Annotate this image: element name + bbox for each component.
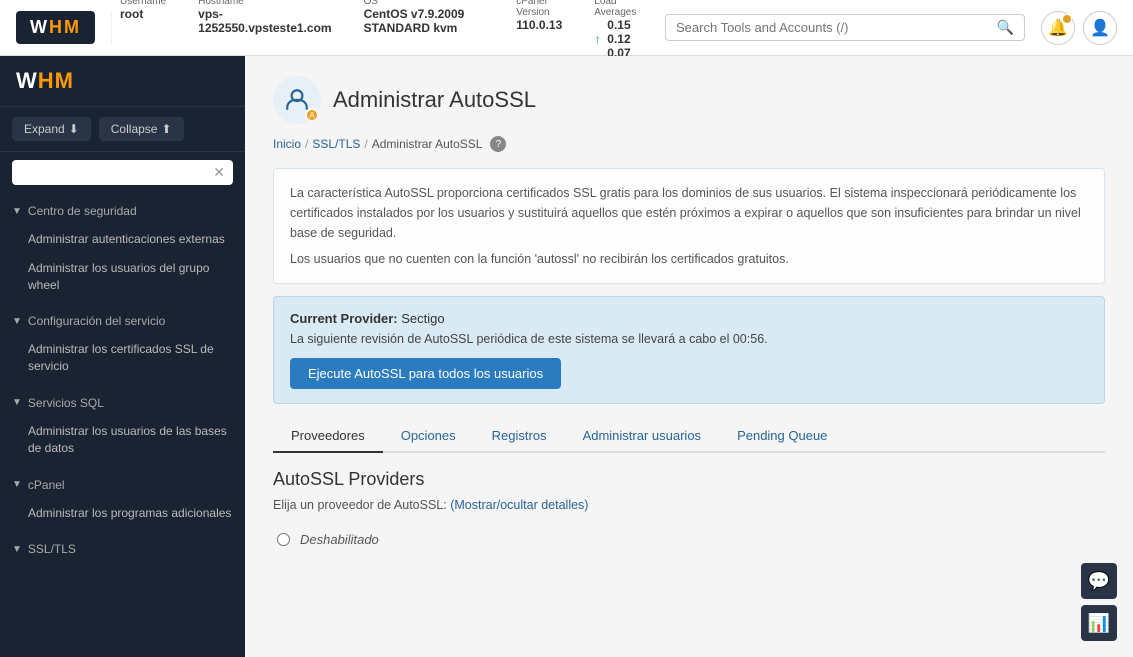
tab-registros[interactable]: Registros — [474, 420, 565, 453]
chart-icon-button[interactable]: 📊 — [1081, 605, 1117, 641]
breadcrumb-sep-2: / — [364, 137, 367, 151]
chevron-down-icon: ▼ — [12, 206, 22, 217]
sidebar-section-sql: ▼ Servicios SQL Administrar los usuarios… — [0, 385, 245, 467]
sidebar-section-security-header[interactable]: ▼ Centro de seguridad — [0, 197, 245, 225]
page-title: Administrar AutoSSL — [333, 87, 536, 113]
page-title-row: A Administrar AutoSSL — [273, 76, 1105, 124]
hostname-group: Hostname vps-1252550.vpsteste1.com — [198, 0, 331, 60]
provider-row: Current Provider: Sectigo — [290, 311, 1088, 326]
sidebar-buttons: Expand ⬇ Collapse ⬆ — [0, 107, 245, 152]
whm-logo[interactable]: WHM — [16, 11, 95, 44]
tab-proveedores[interactable]: Proveedores — [273, 420, 383, 453]
search-input[interactable] — [676, 20, 997, 35]
collapse-label: Collapse — [111, 122, 158, 136]
bottom-icons: 💬 📊 — [1081, 563, 1117, 641]
sidebar: WHM Expand ⬇ Collapse ⬆ Administrar Auto… — [0, 56, 245, 657]
sidebar-section-service-config-header[interactable]: ▼ Configuración del servicio — [0, 307, 245, 335]
search-button[interactable]: 🔍 — [997, 19, 1014, 36]
provider-option-disabled: Deshabilitado — [273, 524, 1105, 555]
sidebar-logo[interactable]: WHM — [0, 56, 245, 107]
load-group: Load Averages ↑ 0.15 0.12 0.07 — [594, 0, 649, 60]
tab-opciones[interactable]: Opciones — [383, 420, 474, 453]
breadcrumb-home[interactable]: Inicio — [273, 137, 301, 151]
cpanel-group: cPanel Version 110.0.13 — [516, 0, 562, 60]
provider-disabled-label: Deshabilitado — [300, 532, 379, 547]
tabs-bar: Proveedores Opciones Registros Administr… — [273, 420, 1105, 453]
notifications-button[interactable]: 🔔 — [1041, 11, 1075, 45]
sidebar-section-ssltls-header[interactable]: ▼ SSL/TLS — [0, 535, 245, 563]
os-value: CentOS v7.9.2009 STANDARD kvm — [364, 7, 485, 35]
providers-desc-prefix: Elija un proveedor de AutoSSL: — [273, 498, 447, 512]
sidebar-item-plugins[interactable]: Administrar los programas adicionales — [0, 499, 245, 528]
chevron-down-icon-5: ▼ — [12, 544, 22, 555]
tab-admin-users[interactable]: Administrar usuarios — [565, 420, 720, 453]
collapse-button[interactable]: Collapse ⬆ — [99, 117, 184, 141]
load-values: 0.15 0.12 0.07 — [607, 18, 649, 60]
breadcrumb-sep-1: / — [305, 137, 308, 151]
topbar-meta: Username root Hostname vps-1252550.vpste… — [112, 0, 649, 60]
expand-button[interactable]: Expand ⬇ — [12, 117, 91, 141]
provider-box: Current Provider: Sectigo La siguiente r… — [273, 296, 1105, 404]
sidebar-section-ssltls-label: SSL/TLS — [28, 542, 76, 556]
collapse-icon: ⬆ — [161, 122, 171, 136]
description-2: Los usuarios que no cuenten con la funci… — [290, 249, 1088, 269]
cpanel-label: cPanel Version — [516, 0, 562, 18]
notification-badge — [1062, 14, 1072, 24]
search-box[interactable]: 🔍 — [665, 14, 1025, 41]
breadcrumb: Inicio / SSL/TLS / Administrar AutoSSL ? — [273, 136, 1105, 152]
chevron-down-icon-3: ▼ — [12, 397, 22, 408]
sidebar-section-sql-header[interactable]: ▼ Servicios SQL — [0, 389, 245, 417]
chat-icon-button[interactable]: 💬 — [1081, 563, 1117, 599]
page-icon-badge: A — [305, 108, 319, 122]
sidebar-search-input[interactable]: Administrar AutoSSL — [20, 166, 213, 180]
provider-label: Current Provider: — [290, 311, 398, 326]
main-layout: WHM Expand ⬇ Collapse ⬆ Administrar Auto… — [0, 56, 1133, 657]
os-group: OS CentOS v7.9.2009 STANDARD kvm — [364, 0, 485, 60]
description-1: La característica AutoSSL proporciona ce… — [290, 183, 1088, 243]
run-autossl-button[interactable]: Ejecute AutoSSL para todos los usuarios — [290, 358, 561, 389]
sidebar-search-box[interactable]: Administrar AutoSSL ✕ — [12, 160, 233, 185]
topbar-icons: 🔔 👤 — [1041, 11, 1117, 45]
load-label: Load Averages — [594, 0, 649, 18]
sidebar-search-clear[interactable]: ✕ — [213, 164, 225, 181]
chevron-down-icon-4: ▼ — [12, 479, 22, 490]
sidebar-item-auth-ext[interactable]: Administrar autenticaciones externas — [0, 225, 245, 254]
sidebar-section-cpanel-label: cPanel — [28, 478, 65, 492]
sidebar-section-ssltls: ▼ SSL/TLS — [0, 531, 245, 567]
content-area: A Administrar AutoSSL Inicio / SSL/TLS /… — [245, 56, 1133, 657]
user-profile-button[interactable]: 👤 — [1083, 11, 1117, 45]
sidebar-logo-text: WHM — [16, 68, 74, 94]
next-run-text: La siguiente revisión de AutoSSL periódi… — [290, 332, 1088, 346]
sidebar-item-wheel-users[interactable]: Administrar los usuarios del grupo wheel — [0, 254, 245, 300]
breadcrumb-parent[interactable]: SSL/TLS — [312, 137, 360, 151]
tab-pending-queue[interactable]: Pending Queue — [719, 420, 845, 453]
sidebar-item-db-users[interactable]: Administrar los usuarios de las bases de… — [0, 417, 245, 463]
sidebar-section-cpanel-header[interactable]: ▼ cPanel — [0, 471, 245, 499]
info-box: La característica AutoSSL proporciona ce… — [273, 168, 1105, 284]
page-icon: A — [273, 76, 321, 124]
sidebar-section-cpanel: ▼ cPanel Administrar los programas adici… — [0, 467, 245, 532]
username-value: root — [120, 7, 166, 21]
breadcrumb-current: Administrar AutoSSL — [372, 137, 483, 151]
expand-icon: ⬇ — [69, 122, 79, 136]
hostname-value: vps-1252550.vpsteste1.com — [198, 7, 331, 35]
topbar: WHM Username root Hostname vps-1252550.v… — [0, 0, 1133, 56]
providers-toggle-link[interactable]: (Mostrar/ocultar detalles) — [450, 498, 588, 512]
sidebar-section-security: ▼ Centro de seguridad Administrar autent… — [0, 193, 245, 303]
providers-title: AutoSSL Providers — [273, 469, 1105, 490]
cpanel-value: 110.0.13 — [516, 18, 562, 32]
chevron-down-icon-2: ▼ — [12, 316, 22, 327]
expand-label: Expand — [24, 122, 65, 136]
provider-radio-disabled[interactable] — [277, 533, 290, 546]
providers-desc: Elija un proveedor de AutoSSL: (Mostrar/… — [273, 498, 1105, 512]
sidebar-section-sql-label: Servicios SQL — [28, 396, 104, 410]
load-up-icon: ↑ — [594, 31, 601, 47]
sidebar-section-security-label: Centro de seguridad — [28, 204, 137, 218]
sidebar-section-service-config-label: Configuración del servicio — [28, 314, 165, 328]
username-group: Username root — [120, 0, 166, 60]
help-icon[interactable]: ? — [490, 136, 506, 152]
sidebar-section-service-config: ▼ Configuración del servicio Administrar… — [0, 303, 245, 385]
sidebar-item-ssl-certs[interactable]: Administrar los certificados SSL de serv… — [0, 335, 245, 381]
provider-value: Sectigo — [401, 311, 444, 326]
